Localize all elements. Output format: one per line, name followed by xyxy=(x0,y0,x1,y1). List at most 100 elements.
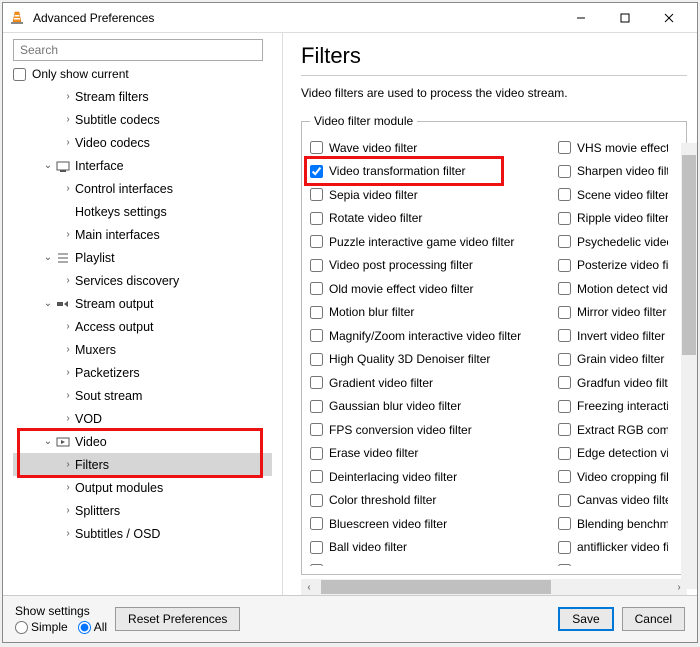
filter-checkbox-input[interactable] xyxy=(558,541,571,554)
filter-checkbox[interactable]: Invert video filter xyxy=(558,324,668,348)
scrollbar-thumb[interactable] xyxy=(682,155,696,355)
filter-checkbox-input[interactable] xyxy=(558,259,571,272)
tree-item-main-interfaces[interactable]: ›Main interfaces xyxy=(13,223,272,246)
filter-checkbox[interactable]: Gaussian blur video filter xyxy=(310,395,558,419)
tree-item-control-interfaces[interactable]: ›Control interfaces xyxy=(13,177,272,200)
filter-checkbox-input[interactable] xyxy=(558,423,571,436)
filter-checkbox[interactable]: Video transformation filter xyxy=(310,160,558,184)
filter-checkbox-input[interactable] xyxy=(310,517,323,530)
filter-checkbox[interactable]: Alpha mask video filter xyxy=(558,559,668,566)
vertical-scrollbar[interactable] xyxy=(681,143,697,589)
scrollbar-thumb[interactable] xyxy=(321,580,551,594)
tree-item-access-output[interactable]: ›Access output xyxy=(13,315,272,338)
filter-checkbox-input[interactable] xyxy=(310,376,323,389)
tree-item-video-codecs[interactable]: ›Video codecs xyxy=(13,131,272,154)
filter-checkbox[interactable]: FPS conversion video filter xyxy=(310,418,558,442)
filter-checkbox-input[interactable] xyxy=(558,188,571,201)
filter-checkbox-input[interactable] xyxy=(310,259,323,272)
only-show-current-checkbox[interactable] xyxy=(13,68,26,81)
tree-item-stream-filters[interactable]: ›Stream filters xyxy=(13,85,272,108)
filter-checkbox-input[interactable] xyxy=(558,353,571,366)
filter-checkbox[interactable]: Blending benchmark filter xyxy=(558,512,668,536)
filter-checkbox-input[interactable] xyxy=(310,470,323,483)
tree-item-hotkeys-settings[interactable]: Hotkeys settings xyxy=(13,200,272,223)
filter-checkbox[interactable]: Puzzle interactive game video filter xyxy=(310,230,558,254)
filter-checkbox-input[interactable] xyxy=(558,306,571,319)
tree-item-interface[interactable]: ⌄Interface xyxy=(13,154,272,177)
filter-checkbox[interactable]: Magnify/Zoom interactive video filter xyxy=(310,324,558,348)
filter-checkbox[interactable]: Psychedelic video filter xyxy=(558,230,668,254)
filter-checkbox-input[interactable] xyxy=(558,447,571,460)
radio-all[interactable]: All xyxy=(78,620,107,634)
filter-checkbox-input[interactable] xyxy=(310,447,323,460)
only-show-current[interactable]: Only show current xyxy=(13,67,278,81)
filter-checkbox[interactable]: Video post processing filter xyxy=(310,254,558,278)
filter-checkbox[interactable]: Gradfun video filter xyxy=(558,371,668,395)
close-button[interactable] xyxy=(647,4,691,32)
filter-checkbox-input[interactable] xyxy=(558,165,571,178)
filter-checkbox-input[interactable] xyxy=(558,517,571,530)
filter-checkbox-input[interactable] xyxy=(310,141,323,154)
tree-item-video[interactable]: ⌄Video xyxy=(13,430,272,453)
tree-item-subtitles-osd[interactable]: ›Subtitles / OSD xyxy=(13,522,272,545)
cancel-button[interactable]: Cancel xyxy=(622,607,685,631)
filter-checkbox[interactable]: Sharpen video filter xyxy=(558,160,668,184)
tree-item-sout-stream[interactable]: ›Sout stream xyxy=(13,384,272,407)
filter-checkbox-input[interactable] xyxy=(558,141,571,154)
tree-item-muxers[interactable]: ›Muxers xyxy=(13,338,272,361)
filter-checkbox[interactable]: Motion detect video filter xyxy=(558,277,668,301)
filter-checkbox[interactable]: Video cropping filter xyxy=(558,465,668,489)
tree-item-splitters[interactable]: ›Splitters xyxy=(13,499,272,522)
filter-checkbox-input[interactable] xyxy=(310,306,323,319)
minimize-button[interactable] xyxy=(559,4,603,32)
filter-checkbox[interactable]: Posterize video filter xyxy=(558,254,668,278)
tree-item-subtitle-codecs[interactable]: ›Subtitle codecs xyxy=(13,108,272,131)
tree-item-playlist[interactable]: ⌄Playlist xyxy=(13,246,272,269)
filter-checkbox-input[interactable] xyxy=(310,353,323,366)
filter-checkbox[interactable]: Sepia video filter xyxy=(310,183,558,207)
tree-item-vod[interactable]: ›VOD xyxy=(13,407,272,430)
reset-preferences-button[interactable]: Reset Preferences xyxy=(115,607,240,631)
radio-simple[interactable]: Simple xyxy=(15,620,68,634)
filter-checkbox[interactable]: Wave video filter xyxy=(310,136,558,160)
filter-checkbox-input[interactable] xyxy=(310,400,323,413)
filter-checkbox[interactable]: Ripple video filter xyxy=(558,207,668,231)
filter-checkbox-input[interactable] xyxy=(310,494,323,507)
filter-checkbox-input[interactable] xyxy=(310,329,323,342)
horizontal-scrollbar[interactable]: ‹ › xyxy=(301,579,687,595)
tree-item-filters[interactable]: ›Filters xyxy=(13,453,272,476)
tree-item-services-discovery[interactable]: ›Services discovery xyxy=(13,269,272,292)
filter-checkbox[interactable]: Rotate video filter xyxy=(310,207,558,231)
filter-checkbox-input[interactable] xyxy=(310,423,323,436)
scroll-left-icon[interactable]: ‹ xyxy=(301,582,317,593)
save-button[interactable]: Save xyxy=(558,607,613,631)
tree-item-packetizers[interactable]: ›Packetizers xyxy=(13,361,272,384)
filter-checkbox-input[interactable] xyxy=(558,376,571,389)
filter-checkbox[interactable]: Erase video filter xyxy=(310,442,558,466)
filter-checkbox[interactable]: VHS movie effect video filter xyxy=(558,136,668,160)
filter-checkbox-input[interactable] xyxy=(310,188,323,201)
filter-checkbox-input[interactable] xyxy=(558,212,571,225)
filter-checkbox[interactable]: Freezing interactive video filter xyxy=(558,395,668,419)
filter-checkbox-input[interactable] xyxy=(558,282,571,295)
tree-item-output-modules[interactable]: ›Output modules xyxy=(13,476,272,499)
filter-checkbox[interactable]: Old movie effect video filter xyxy=(310,277,558,301)
maximize-button[interactable] xyxy=(603,4,647,32)
filter-checkbox-input[interactable] xyxy=(558,564,571,566)
filter-checkbox-input[interactable] xyxy=(310,282,323,295)
filter-checkbox-input[interactable] xyxy=(310,564,323,566)
filter-checkbox[interactable]: Bluescreen video filter xyxy=(310,512,558,536)
filter-checkbox[interactable]: High Quality 3D Denoiser filter xyxy=(310,348,558,372)
filter-checkbox-input[interactable] xyxy=(558,329,571,342)
filter-checkbox[interactable]: Ball video filter xyxy=(310,536,558,560)
filter-checkbox[interactable]: Motion blur filter xyxy=(310,301,558,325)
filter-checkbox[interactable]: Grain video filter xyxy=(558,348,668,372)
filter-checkbox-input[interactable] xyxy=(310,541,323,554)
filter-checkbox[interactable]: Convert 3D picture to anaglyph image vid… xyxy=(310,559,558,566)
filter-checkbox[interactable]: Mirror video filter xyxy=(558,301,668,325)
filter-checkbox-input[interactable] xyxy=(558,494,571,507)
filter-checkbox-input[interactable] xyxy=(310,235,323,248)
filter-checkbox-input[interactable] xyxy=(558,470,571,483)
filter-checkbox[interactable]: Extract RGB component video filter xyxy=(558,418,668,442)
filter-checkbox[interactable]: Scene video filter xyxy=(558,183,668,207)
